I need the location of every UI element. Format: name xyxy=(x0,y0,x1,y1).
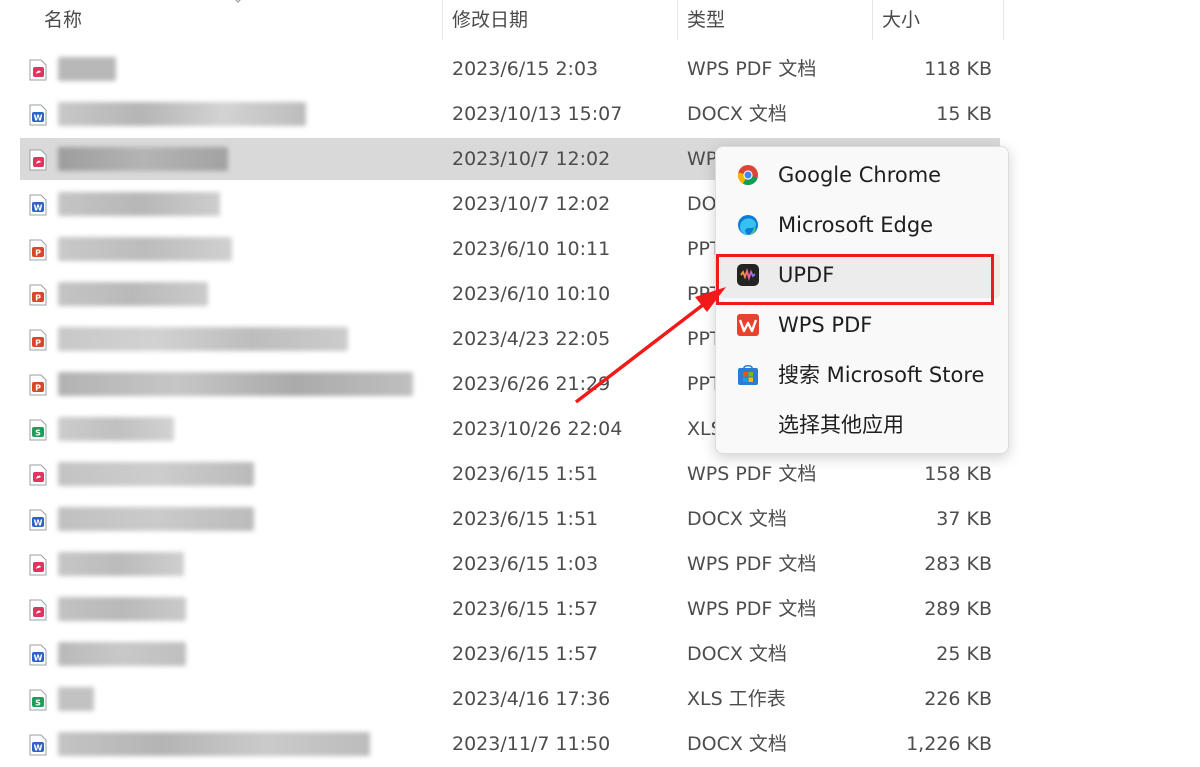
annotation-arrow-icon xyxy=(574,287,726,404)
